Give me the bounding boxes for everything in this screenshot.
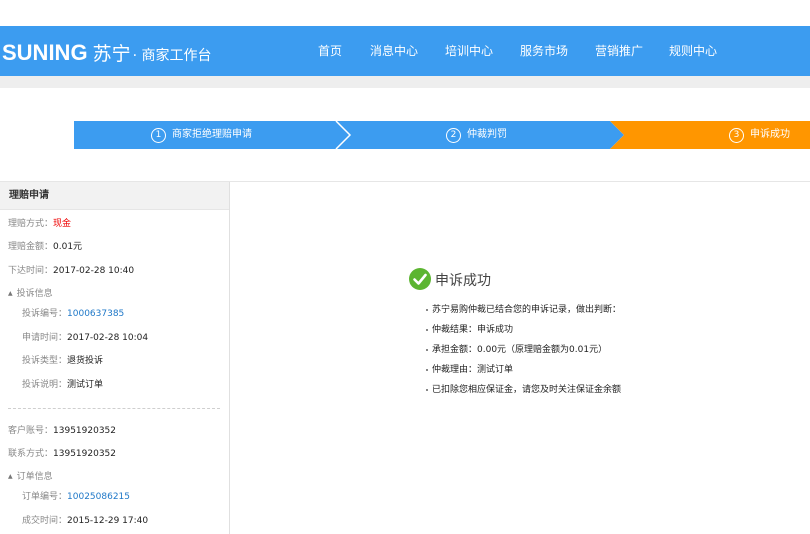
order-no-link[interactable]: 10025086215	[67, 492, 130, 502]
deal-time-label: 成交时间：	[22, 516, 68, 526]
sidebar-title: 理赔申请	[0, 182, 229, 210]
complaint-group-label: 投诉信息	[16, 289, 53, 299]
claim-amount-row: 理赔金额：0.01元	[8, 241, 82, 253]
result-line: 仲裁结果：申诉成功	[426, 324, 514, 336]
result-line: 承担金额：0.00元（原理赔金额为0.01元）	[426, 344, 608, 356]
order-time-value: 2017-02-28 10:40	[53, 266, 135, 276]
success-check-icon	[409, 268, 431, 290]
result-line-text: 苏宁易购仲裁已结合您的申诉记录，做出判断：	[432, 305, 622, 315]
complaint-desc-label: 投诉说明：	[22, 380, 68, 390]
nav-home[interactable]: 首页	[318, 26, 342, 76]
complaint-type-value: 退货投诉	[67, 356, 104, 366]
apply-time-label: 申请时间：	[22, 333, 68, 343]
order-time-row: 下达时间：2017-02-28 10:40	[8, 265, 134, 277]
step-1-number: 1	[151, 127, 166, 143]
result-line: 仲裁理由：测试订单	[426, 364, 514, 376]
claim-method-label: 理赔方式：	[8, 219, 54, 229]
result-line: 苏宁易购仲裁已结合您的申诉记录，做出判断：	[426, 304, 622, 316]
result-line-text: 仲裁理由：测试订单	[432, 365, 514, 375]
complaint-no-link[interactable]: 1000637385	[67, 309, 124, 319]
claim-amount-value: 0.01元	[53, 242, 83, 252]
order-group-label: 订单信息	[16, 472, 53, 482]
result-title: 申诉成功	[435, 273, 491, 289]
complaint-desc-value: 测试订单	[67, 380, 104, 390]
deal-time-row: 成交时间：2015-12-29 17:40	[22, 515, 148, 527]
collapse-triangle-icon: ▲	[8, 473, 13, 480]
sidebar-dashed-divider	[8, 408, 220, 409]
order-time-label: 下达时间：	[8, 266, 54, 276]
apply-time-value: 2017-02-28 10:04	[67, 333, 149, 343]
nav-messages[interactable]: 消息中心	[370, 26, 418, 76]
nav-training[interactable]: 培训中心	[445, 26, 493, 76]
header-shadow-band	[0, 76, 810, 88]
customer-account-value: 13951920352	[53, 426, 117, 436]
order-no-label: 订单编号：	[22, 492, 68, 502]
step-2-number: 2	[446, 127, 461, 143]
deal-time-value: 2015-12-29 17:40	[67, 516, 149, 526]
result-line-text: 已扣除您相应保证金，请您及时关注保证金余额	[432, 385, 622, 395]
step-2-text: 仲裁判罚	[467, 129, 507, 140]
step-3-text: 申诉成功	[750, 129, 790, 140]
complaint-desc-row: 投诉说明：测试订单	[22, 379, 103, 391]
nav-service-market[interactable]: 服务市场	[520, 26, 568, 76]
step-1-label: 1 商家拒绝理赔申请	[151, 121, 252, 149]
progress-steps: 1 商家拒绝理赔申请 2 仲裁判罚 3 申诉成功	[74, 121, 810, 149]
order-no-row: 订单编号：10025086215	[22, 491, 130, 503]
step-2-label: 2 仲裁判罚	[446, 121, 507, 149]
contact-label: 联系方式：	[8, 449, 54, 459]
contact-row: 联系方式：13951920352	[8, 448, 116, 460]
nav-marketing[interactable]: 营销推广	[595, 26, 643, 76]
claim-method-row: 理赔方式：现金	[8, 218, 71, 230]
top-header: SUNING 苏宁 · 商家工作台 首页 消息中心 培训中心 服务市场 营销推广…	[0, 26, 810, 76]
complaint-type-label: 投诉类型：	[22, 356, 68, 366]
step-3-number: 3	[729, 127, 744, 143]
customer-account-row: 客户账号：13951920352	[8, 425, 116, 437]
step-1-text: 商家拒绝理赔申请	[172, 129, 252, 140]
result-line-text: 承担金额：0.00元（原理赔金额为0.01元）	[432, 345, 608, 355]
contact-value: 13951920352	[53, 449, 117, 459]
result-line: 已扣除您相应保证金，请您及时关注保证金余额	[426, 384, 622, 396]
complaint-group-toggle[interactable]: ▲ 投诉信息	[8, 288, 53, 300]
complaint-no-label: 投诉编号：	[22, 309, 68, 319]
claim-method-value: 现金	[53, 219, 72, 229]
main-nav: 首页 消息中心 培训中心 服务市场 营销推广 规则中心	[0, 26, 810, 76]
result-line-text: 仲裁结果：申诉成功	[432, 325, 514, 335]
complaint-no-row: 投诉编号：1000637385	[22, 308, 124, 320]
collapse-triangle-icon: ▲	[8, 290, 13, 297]
order-group-toggle[interactable]: ▲ 订单信息	[8, 471, 53, 483]
apply-time-row: 申请时间：2017-02-28 10:04	[22, 332, 148, 344]
step-3-label: 3 申诉成功	[729, 121, 790, 149]
nav-rules[interactable]: 规则中心	[669, 26, 717, 76]
claim-amount-label: 理赔金额：	[8, 242, 54, 252]
customer-account-label: 客户账号：	[8, 426, 54, 436]
complaint-type-row: 投诉类型：退货投诉	[22, 355, 103, 367]
